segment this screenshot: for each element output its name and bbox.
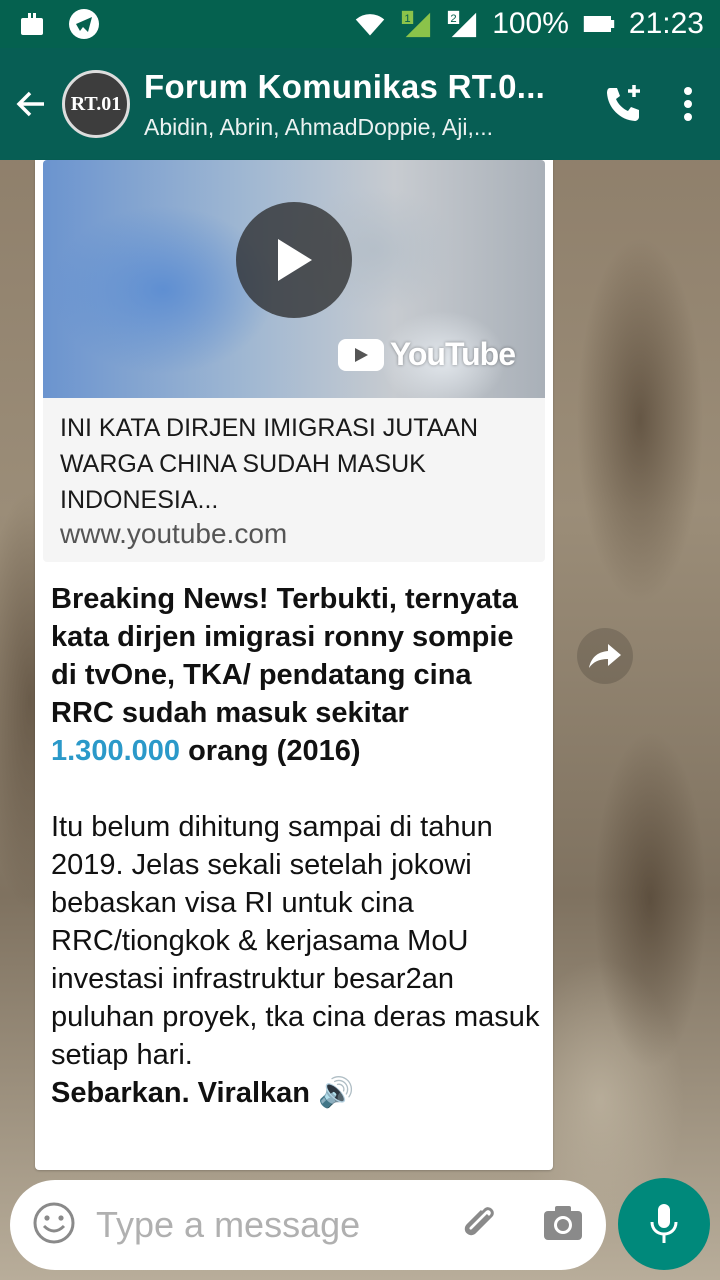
message-input-bar[interactable]: Type a message bbox=[10, 1180, 606, 1270]
link-preview[interactable]: YouTube INI KATA DIRJEN IMIGRASI JUTAAN … bbox=[43, 160, 545, 562]
emoji-button[interactable] bbox=[32, 1201, 76, 1250]
chat-header: RT.01 Forum Komunikas RT.0... Abidin, Ab… bbox=[0, 48, 720, 160]
preview-url: www.youtube.com bbox=[60, 518, 288, 549]
svg-text:1: 1 bbox=[405, 13, 411, 25]
add-call-button[interactable] bbox=[592, 48, 656, 160]
wifi-icon bbox=[354, 8, 386, 40]
message-closing: Sebarkan. Viralkan 🔊 bbox=[51, 1074, 541, 1112]
video-thumbnail[interactable]: YouTube bbox=[43, 160, 545, 398]
phone-plus-icon bbox=[607, 85, 640, 121]
chat-title: Forum Komunikas RT.0... bbox=[144, 67, 546, 105]
svg-text:2: 2 bbox=[451, 13, 457, 25]
chat-participants: Abidin, Abrin, AhmadDoppie, Aji,... bbox=[144, 113, 494, 140]
battery-percent: 100% bbox=[492, 7, 569, 40]
more-vert-icon bbox=[684, 87, 692, 121]
voice-record-button[interactable] bbox=[618, 1178, 710, 1270]
speaker-emoji-icon: 🔊 bbox=[318, 1077, 355, 1109]
camera-button[interactable] bbox=[542, 1204, 584, 1247]
preview-title: INI KATA DIRJEN IMIGRASI JUTAAN WARGA CH… bbox=[60, 414, 479, 514]
youtube-logo: YouTube bbox=[337, 336, 516, 373]
notification-icon bbox=[16, 8, 48, 40]
headline-part-2: orang (2016) bbox=[180, 735, 361, 767]
youtube-wordmark: YouTube bbox=[389, 336, 516, 372]
signal-sim2-icon: 2 bbox=[446, 8, 478, 40]
avatar[interactable]: RT.01 bbox=[62, 70, 130, 138]
youtube-play-icon bbox=[337, 338, 384, 371]
camera-icon bbox=[544, 1205, 582, 1240]
chat-info[interactable]: Forum Komunikas RT.0... Abidin, Abrin, A… bbox=[144, 68, 592, 141]
battery-icon bbox=[583, 8, 615, 40]
status-bar: 1 2 100% 21:23 bbox=[0, 0, 720, 48]
smiley-icon bbox=[33, 1202, 75, 1243]
clock: 21:23 bbox=[628, 7, 704, 40]
phone-number-link[interactable]: 1.300.000 bbox=[51, 735, 180, 767]
forward-button[interactable] bbox=[577, 628, 633, 684]
closing-text: Sebarkan. Viralkan bbox=[51, 1077, 311, 1109]
avatar-logo: RT.01 bbox=[70, 92, 122, 115]
back-button[interactable] bbox=[0, 48, 62, 160]
signal-sim1-icon: 1 bbox=[400, 8, 432, 40]
microphone-icon bbox=[650, 1204, 678, 1243]
message-bubble[interactable]: YouTube INI KATA DIRJEN IMIGRASI JUTAAN … bbox=[35, 160, 553, 1170]
headline-part-1: Breaking News! Terbukti, ternyata kata d… bbox=[51, 583, 518, 729]
play-button[interactable] bbox=[236, 202, 352, 318]
message-headline: Breaking News! Terbukti, ternyata kata d… bbox=[51, 580, 541, 770]
forward-icon bbox=[589, 644, 621, 668]
paperclip-icon bbox=[464, 1206, 494, 1235]
arrow-left-icon bbox=[16, 91, 44, 117]
telegram-icon bbox=[68, 8, 100, 40]
more-options-button[interactable] bbox=[656, 48, 720, 160]
message-text: Breaking News! Terbukti, ternyata kata d… bbox=[51, 580, 541, 1112]
play-icon bbox=[278, 239, 312, 281]
message-body: Itu belum dihitung sampai di tahun 2019.… bbox=[51, 811, 540, 1071]
message-input[interactable]: Type a message bbox=[96, 1204, 458, 1246]
attach-button[interactable] bbox=[458, 1201, 502, 1250]
